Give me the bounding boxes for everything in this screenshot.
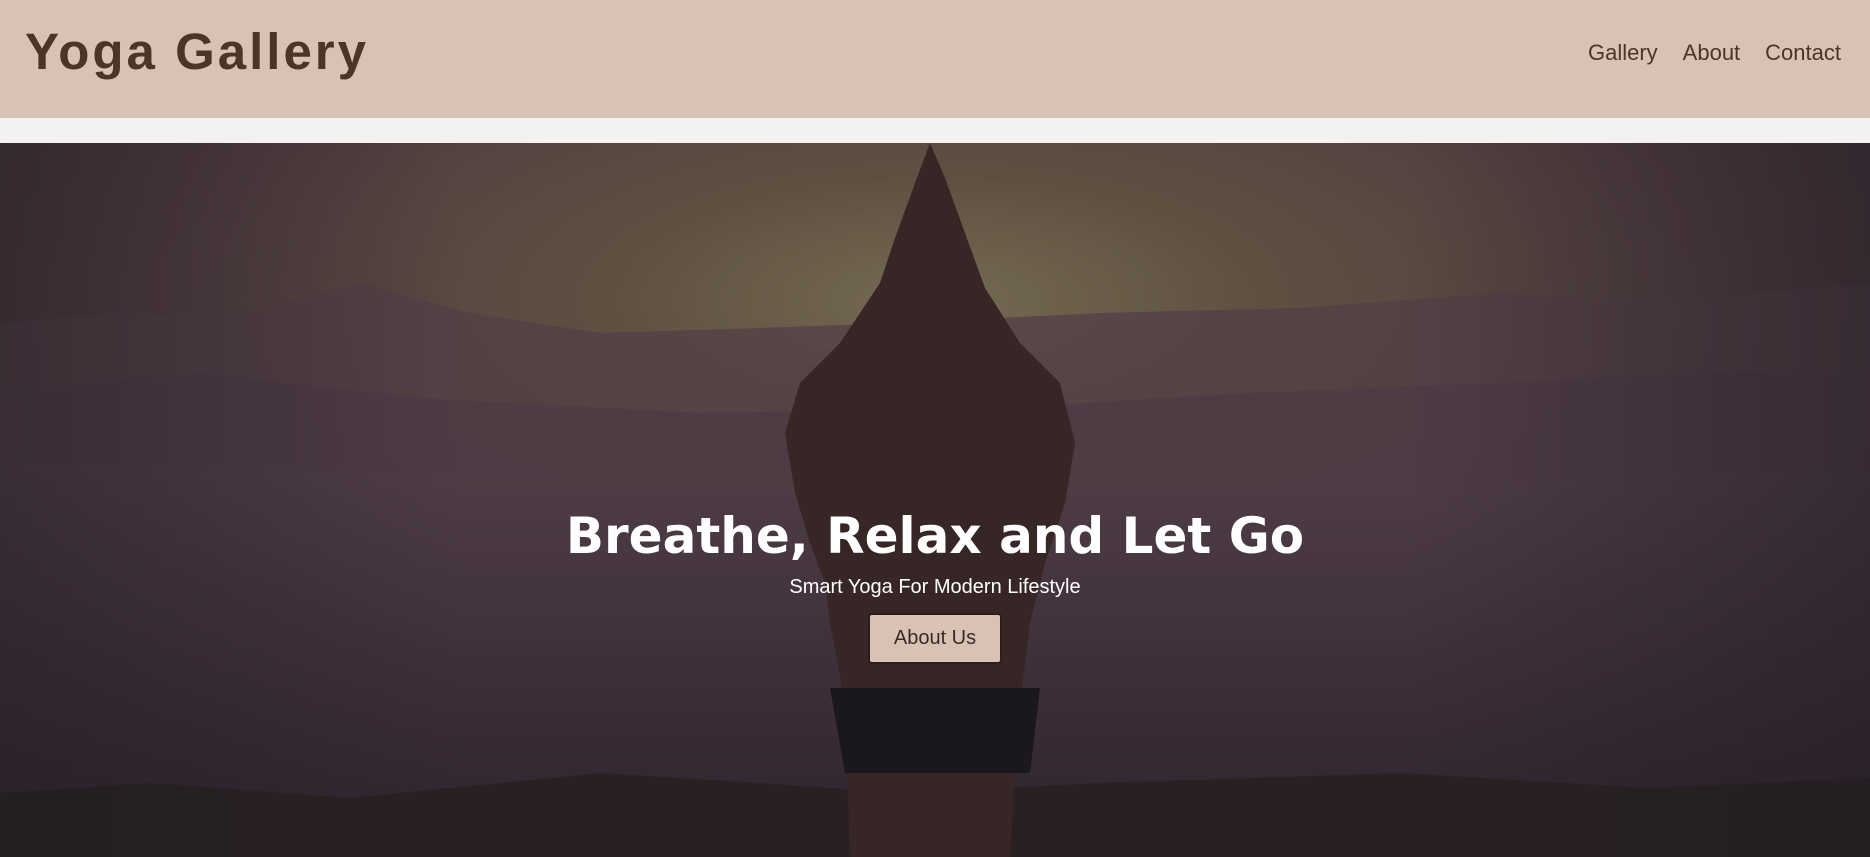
hero-section: Breathe, Relax and Let Go Smart Yoga For… <box>0 143 1870 857</box>
hero-subtitle: Smart Yoga For Modern Lifestyle <box>789 576 1081 598</box>
hero-content: Breathe, Relax and Let Go Smart Yoga For… <box>0 509 1870 664</box>
site-header: Yoga Gallery Gallery About Contact <box>0 0 1870 118</box>
about-us-button[interactable]: About Us <box>868 613 1002 664</box>
main-nav: Gallery About Contact <box>1588 40 1841 66</box>
nav-link-gallery[interactable]: Gallery <box>1588 40 1658 66</box>
nav-link-contact[interactable]: Contact <box>1765 40 1841 66</box>
hero-background-image <box>0 143 1870 857</box>
nav-link-about[interactable]: About <box>1683 40 1741 66</box>
site-logo[interactable]: Yoga Gallery <box>25 22 369 81</box>
hero-title: Breathe, Relax and Let Go <box>565 507 1305 565</box>
header-spacer <box>0 118 1870 143</box>
